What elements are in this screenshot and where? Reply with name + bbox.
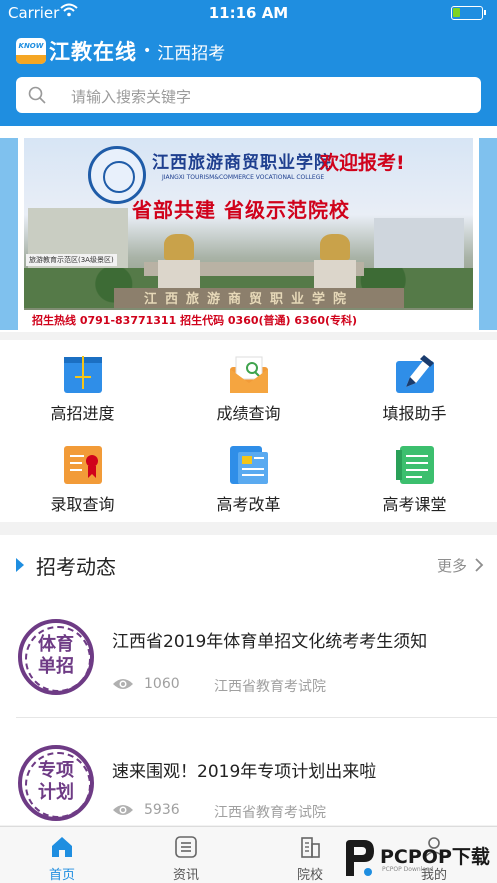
tab-label: 资讯 (172, 868, 199, 883)
grid-item-score[interactable]: 成绩查询 (166, 340, 331, 431)
tab-news[interactable]: 资讯 (124, 827, 248, 883)
news-view-count: 5936 (144, 802, 180, 818)
home-icon (52, 837, 72, 857)
grid-item-progress[interactable]: 高招进度 (0, 340, 165, 431)
admission-certificate-icon (64, 446, 102, 484)
banner-wall-text: 江西旅游商贸职业学院 (144, 292, 355, 307)
watermark-text: PCPOP下载 (380, 846, 490, 868)
banner-slogan: 省部共建 省级示范院校 (132, 198, 350, 222)
watermark-logo-icon (346, 840, 374, 876)
watermark-subtext: PCPOP Download (382, 866, 434, 873)
stamp-line: 单招 (38, 656, 74, 677)
news-icon (175, 836, 197, 858)
pen-assistant-icon (396, 355, 434, 393)
banner-welcome: 欢迎报考! (320, 152, 405, 174)
section-title: 招考动态 (36, 555, 116, 579)
stamp-line: 体育 (38, 634, 74, 655)
news-section-header: 招考动态 更多 (0, 535, 497, 595)
app-logo: KNOW (16, 38, 46, 64)
brand-separator: • (143, 43, 152, 59)
battery-level (453, 8, 460, 17)
tab-label: 首页 (48, 868, 75, 883)
grid-label: 高考改革 (216, 495, 281, 514)
news-source: 江西省教育考试院 (214, 679, 326, 695)
progress-icon (64, 353, 102, 393)
watermark: PCPOP下载 PCPOP Download (342, 836, 494, 880)
stamp-line: 计划 (38, 782, 74, 803)
classroom-notebook-icon (396, 446, 434, 484)
more-link[interactable]: 更多 (437, 555, 467, 576)
clock: 11:16 AM (208, 4, 289, 22)
news-title: 江西省2019年体育单招文化统考考生须知 (112, 632, 428, 652)
eye-icon (113, 679, 133, 689)
grid-label: 高招进度 (50, 404, 115, 423)
feature-grid: 高招进度 成绩查询 填报助手 录取查询 高考改革 高考课堂 (0, 340, 497, 522)
news-item[interactable]: 体育 单招 江西省2019年体育单招文化统考考生须知 1060 江西省教育考试院 (16, 597, 497, 717)
stamp-line: 专项 (38, 760, 74, 781)
news-title: 速来围观！2019年专项计划出来啦 (112, 762, 377, 782)
grid-label: 填报助手 (382, 404, 447, 423)
header-bar: Carrier 11:16 AM KNOW 江教在线 • 江西招考 请输入搜索关… (0, 0, 497, 126)
school-icon (301, 837, 320, 858)
banner-slide[interactable]: 江西旅游商贸职业学院 JIANGXI TOURISM&COMMERCE VOCA… (24, 138, 473, 330)
battery-icon (451, 6, 486, 20)
news-section: 招考动态 更多 体育 单招 江西省2019年体育单招文化统考考生须知 1060 … (0, 535, 497, 825)
banner-footer-text: 招生热线 0791-83771311 招生代码 0360(普通) 6360(专科… (32, 314, 358, 327)
banner-sign: 旅游教育示范区(3A级景区) (26, 254, 117, 266)
search-input[interactable]: 请输入搜索关键字 (16, 77, 481, 113)
grid-item-assistant[interactable]: 填报助手 (332, 340, 497, 431)
banner-school-name-en: JIANGXI TOURISM&COMMERCE VOCATIONAL COLL… (162, 174, 325, 181)
lion-statue-icon (320, 234, 350, 260)
tab-home[interactable]: 首页 (0, 827, 124, 883)
news-source: 江西省教育考试院 (214, 805, 326, 821)
news-stamp-icon: 体育 单招 (18, 619, 94, 695)
grid-label: 成绩查询 (216, 404, 281, 423)
region-selector[interactable]: 江西招考 (157, 39, 225, 64)
grid-item-admission[interactable]: 录取查询 (0, 431, 165, 522)
section-marker-icon (16, 558, 24, 572)
reform-document-icon (230, 446, 268, 484)
banner-prev-peek (0, 138, 18, 330)
banner-school-name: 江西旅游商贸职业学院 (152, 153, 332, 173)
grid-label: 录取查询 (50, 495, 115, 514)
chevron-right-icon[interactable] (473, 557, 485, 573)
status-bar: Carrier 11:16 AM (0, 0, 497, 26)
grid-item-reform[interactable]: 高考改革 (166, 431, 331, 522)
brand-name: 江教在线 (49, 40, 137, 64)
news-item[interactable]: 专项 计划 速来围观！2019年专项计划出来啦 5936 江西省教育考试院 (16, 723, 497, 843)
news-view-count: 1060 (144, 676, 180, 692)
search-placeholder: 请输入搜索关键字 (71, 88, 192, 106)
brand: KNOW 江教在线 • 江西招考 (16, 36, 225, 66)
score-envelope-icon (230, 356, 268, 393)
lion-statue-icon (164, 234, 194, 260)
banner-carousel[interactable]: 江西旅游商贸职业学院 JIANGXI TOURISM&COMMERCE VOCA… (0, 126, 497, 332)
search-icon (28, 86, 46, 104)
banner-next-peek (479, 138, 497, 330)
news-stamp-icon: 专项 计划 (18, 745, 94, 821)
eye-icon (113, 805, 133, 815)
divider (16, 717, 497, 718)
grid-item-classroom[interactable]: 高考课堂 (332, 431, 497, 522)
grid-label: 高考课堂 (382, 495, 447, 514)
